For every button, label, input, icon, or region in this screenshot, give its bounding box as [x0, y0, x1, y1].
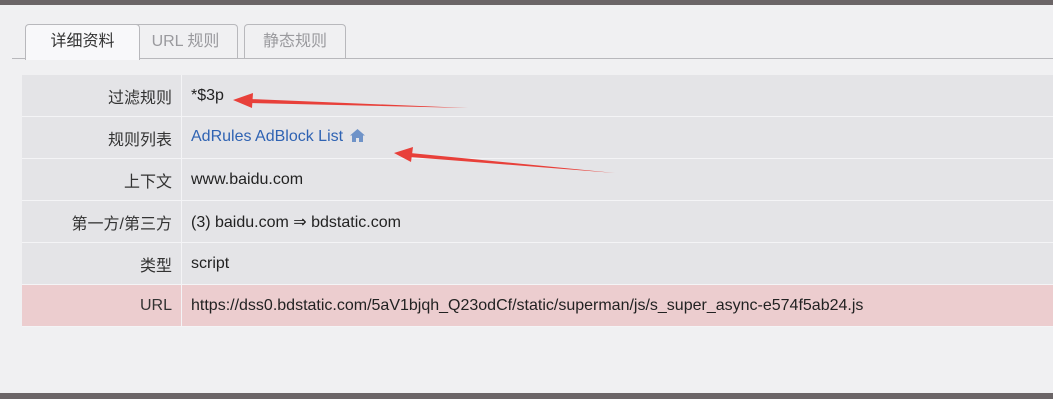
row-party: 第一方/第三方 (3) baidu.com ⇒ bdstatic.com: [22, 200, 1053, 243]
rule-list-label: 规则列表: [22, 116, 182, 159]
row-url: URL https://dss0.bdstatic.com/5aV1bjqh_Q…: [22, 284, 1053, 327]
party-value: (3) baidu.com ⇒ bdstatic.com: [181, 200, 1053, 243]
window-bottom-border: [0, 393, 1053, 399]
row-context: 上下文 www.baidu.com: [22, 158, 1053, 201]
context-label: 上下文: [22, 158, 182, 201]
url-label: URL: [22, 284, 182, 327]
party-label: 第一方/第三方: [22, 200, 182, 243]
window-top-border: [0, 0, 1053, 5]
tab-bar-divider: [12, 58, 1053, 59]
home-icon[interactable]: [349, 128, 366, 148]
filter-rule-value: *$3p: [181, 75, 1053, 117]
rule-list-link[interactable]: AdRules AdBlock List: [191, 128, 343, 145]
details-table: 过滤规则 *$3p 规则列表 AdRules AdBlock List 上下文 …: [22, 75, 1053, 327]
row-rule-list: 规则列表 AdRules AdBlock List: [22, 116, 1053, 159]
row-filter-rule: 过滤规则 *$3p: [22, 75, 1053, 117]
tab-static-rules[interactable]: 静态规则: [244, 24, 346, 58]
row-type: 类型 script: [22, 242, 1053, 285]
type-label: 类型: [22, 242, 182, 285]
type-value: script: [181, 242, 1053, 285]
filter-rule-label: 过滤规则: [22, 75, 182, 117]
url-value: https://dss0.bdstatic.com/5aV1bjqh_Q23od…: [181, 284, 1053, 327]
tab-bar: 详细资料 URL 规则 静态规则: [12, 23, 1053, 60]
tab-details[interactable]: 详细资料: [25, 24, 140, 60]
rule-list-value: AdRules AdBlock List: [181, 116, 1053, 159]
context-value: www.baidu.com: [181, 158, 1053, 201]
tab-url-rules[interactable]: URL 规则: [133, 24, 238, 58]
